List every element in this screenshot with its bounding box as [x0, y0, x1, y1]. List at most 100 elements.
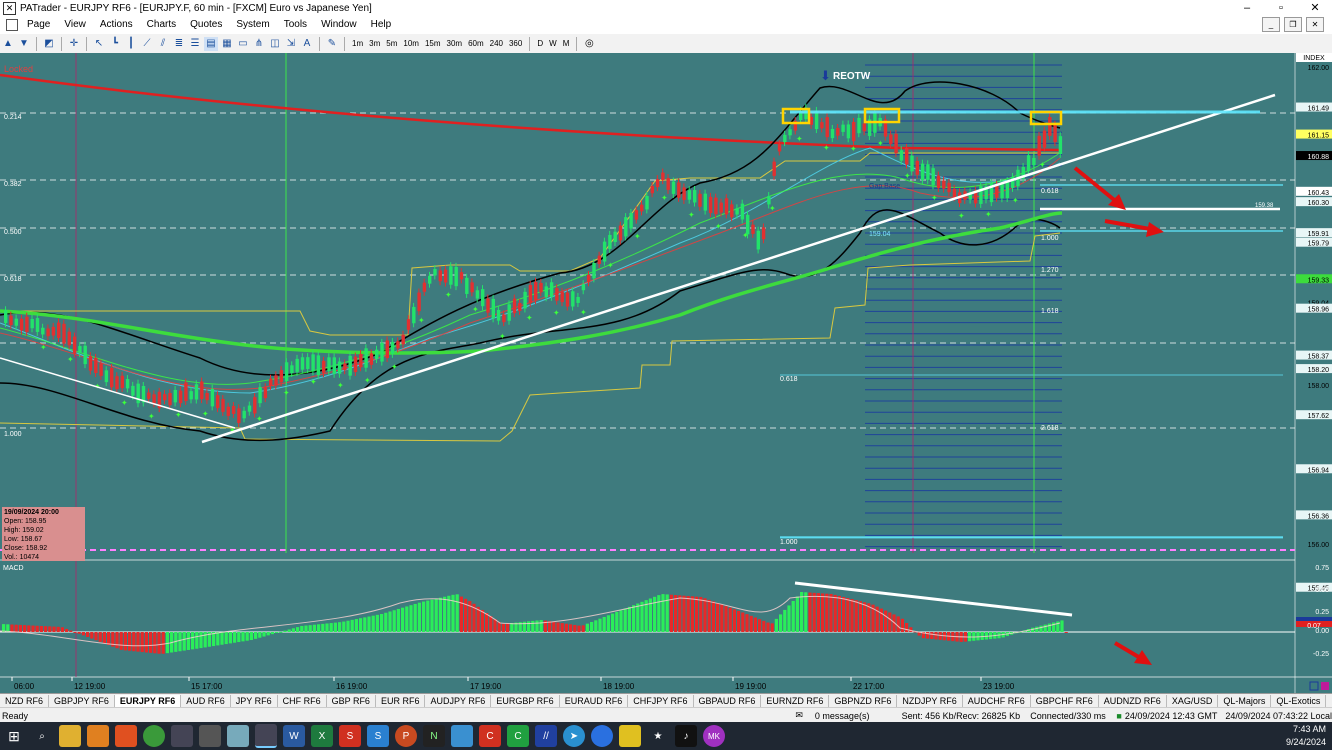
excel-icon[interactable]: X — [311, 725, 333, 747]
pencil-icon[interactable]: ✎ — [325, 37, 339, 51]
menu-charts[interactable]: Charts — [140, 19, 183, 30]
maximize-button[interactable]: ▫ — [1264, 0, 1298, 16]
tf-w[interactable]: W — [546, 39, 560, 48]
symbol-tab[interactable]: CHFJPY RF6 — [628, 694, 694, 708]
crosshair-icon[interactable]: ✛ — [67, 37, 81, 51]
symbol-tab[interactable]: AUDJPY RF6 — [425, 694, 492, 708]
tf-m[interactable]: M — [560, 39, 573, 48]
channel-icon[interactable]: ⫽ — [156, 37, 170, 51]
chrome-icon[interactable] — [143, 725, 165, 747]
gann-icon[interactable]: ▦ — [220, 37, 234, 51]
fib-extension-icon[interactable]: ▤ — [204, 36, 218, 51]
tiktok-icon[interactable]: ♪ — [675, 725, 697, 747]
telegram-icon[interactable]: ➤ — [563, 725, 585, 747]
symbol-tab[interactable]: GBP RF6 — [327, 694, 376, 708]
tf-30m[interactable]: 30m — [444, 39, 466, 48]
trading-app-icon[interactable] — [171, 725, 193, 747]
notes-icon[interactable] — [227, 725, 249, 747]
patrader-icon[interactable] — [255, 724, 277, 748]
arrow-icon[interactable]: ⇲ — [284, 37, 298, 51]
pointer-icon[interactable]: ↖ — [92, 37, 106, 51]
child-close-button[interactable]: ✕ — [1306, 17, 1324, 32]
symbol-tab[interactable]: AUDCHF RF6 — [963, 694, 1031, 708]
symbol-tab[interactable]: GBPNZD RF6 — [829, 694, 898, 708]
target-icon[interactable]: ◎ — [582, 37, 596, 51]
vertical-line-icon[interactable]: ┃ — [124, 37, 138, 51]
symbol-tab[interactable]: EURJPY RF6 — [114, 694, 182, 708]
rectangle-icon[interactable]: ▭ — [236, 37, 250, 51]
text-icon[interactable]: A — [300, 37, 314, 51]
symbol-tab[interactable]: JPY RF6 — [231, 694, 278, 708]
chart-area[interactable]: INDEX Locked 0.214 0.382 0.500 0.618 1.000 0… — [0, 53, 1332, 693]
tf-10m[interactable]: 10m — [400, 39, 422, 48]
app-s-icon[interactable]: S — [339, 725, 361, 747]
app-s2-icon[interactable]: S — [367, 725, 389, 747]
calculator-icon[interactable] — [199, 725, 221, 747]
tf-d[interactable]: D — [534, 39, 546, 48]
app-blue-icon[interactable] — [591, 725, 613, 747]
start-icon[interactable]: ⊞ — [3, 725, 25, 747]
symbol-tab[interactable]: GBPCHF RF6 — [1031, 694, 1099, 708]
menu-quotes[interactable]: Quotes — [183, 19, 229, 30]
minimize-button[interactable]: – — [1230, 0, 1264, 16]
app-slash-icon[interactable]: // — [535, 725, 557, 747]
tf-3m[interactable]: 3m — [366, 39, 383, 48]
symbol-tab[interactable]: QL-Majors — [1218, 694, 1272, 708]
tf-5m[interactable]: 5m — [383, 39, 400, 48]
menu-page[interactable]: Page — [20, 19, 57, 30]
word-icon[interactable]: W — [283, 725, 305, 747]
menu-view[interactable]: View — [57, 19, 93, 30]
symbol-tab[interactable]: GBPAUD RF6 — [694, 694, 762, 708]
vpn-icon[interactable] — [87, 725, 109, 747]
child-restore-button[interactable]: ❐ — [1284, 17, 1302, 32]
symbol-tab[interactable]: CHF RF6 — [278, 694, 327, 708]
file-explorer-icon[interactable] — [59, 725, 81, 747]
tf-60m[interactable]: 60m — [465, 39, 487, 48]
message-icon[interactable]: ✉ — [795, 710, 803, 721]
symbol-tab[interactable]: BTC — [1326, 695, 1332, 708]
fib-fan-icon[interactable]: ☰ — [188, 37, 202, 51]
sell-icon[interactable]: ▼ — [17, 37, 31, 51]
avatar-icon[interactable]: MK — [703, 725, 725, 747]
menu-window[interactable]: Window — [314, 19, 364, 30]
buy-icon[interactable]: ▲ — [1, 37, 15, 51]
symbol-tab[interactable]: EURGBP RF6 — [491, 694, 560, 708]
symbol-tab[interactable]: AUD RF6 — [181, 694, 231, 708]
chart-icon[interactable]: ◩ — [42, 37, 56, 51]
symbol-tab[interactable]: NZDJPY RF6 — [897, 694, 963, 708]
menu-tools[interactable]: Tools — [277, 19, 314, 30]
app-c-icon[interactable]: C — [479, 725, 501, 747]
star-icon[interactable]: ★ — [647, 725, 669, 747]
scroll-next-icon[interactable] — [1321, 682, 1329, 690]
trendline-icon[interactable]: ⟋ — [140, 37, 154, 51]
symbol-tab[interactable]: QL-Exotics — [1271, 694, 1327, 708]
photos-icon[interactable] — [451, 725, 473, 747]
tf-1m[interactable]: 1m — [349, 39, 366, 48]
menu-system[interactable]: System — [229, 19, 276, 30]
app-n-icon[interactable]: N — [423, 725, 445, 747]
horizontal-line-icon[interactable]: ┗ — [108, 37, 122, 51]
fib-icon[interactable]: ≣ — [172, 37, 186, 51]
system-clock[interactable]: 7:43 AM 9/24/2024 — [1286, 723, 1326, 749]
symbol-tab[interactable]: AUDNZD RF6 — [1099, 694, 1167, 708]
pitchfork-icon[interactable]: ⋔ — [252, 37, 266, 51]
symbol-tab[interactable]: GBPJPY RF6 — [49, 694, 115, 708]
tf-360[interactable]: 360 — [506, 39, 525, 48]
powerpoint-icon[interactable]: P — [395, 725, 417, 747]
child-minimize-button[interactable]: _ — [1262, 17, 1280, 32]
symbol-tab[interactable]: XAG/USD — [1167, 694, 1219, 708]
tf-15m[interactable]: 15m — [422, 39, 444, 48]
ellipse-icon[interactable]: ◫ — [268, 37, 282, 51]
tf-240[interactable]: 240 — [487, 39, 506, 48]
search-icon[interactable]: ⌕ — [31, 725, 53, 747]
symbol-tab[interactable]: EURAUD RF6 — [560, 694, 629, 708]
menu-help[interactable]: Help — [364, 19, 399, 30]
brave-icon[interactable] — [115, 725, 137, 747]
close-button[interactable]: ✕ — [1298, 0, 1332, 16]
sticky-icon[interactable] — [619, 725, 641, 747]
menu-actions[interactable]: Actions — [93, 19, 140, 30]
symbol-tab[interactable]: EURNZD RF6 — [761, 694, 830, 708]
symbol-tab[interactable]: NZD RF6 — [0, 694, 49, 708]
app-c2-icon[interactable]: C — [507, 725, 529, 747]
symbol-tab[interactable]: EUR RF6 — [376, 694, 426, 708]
